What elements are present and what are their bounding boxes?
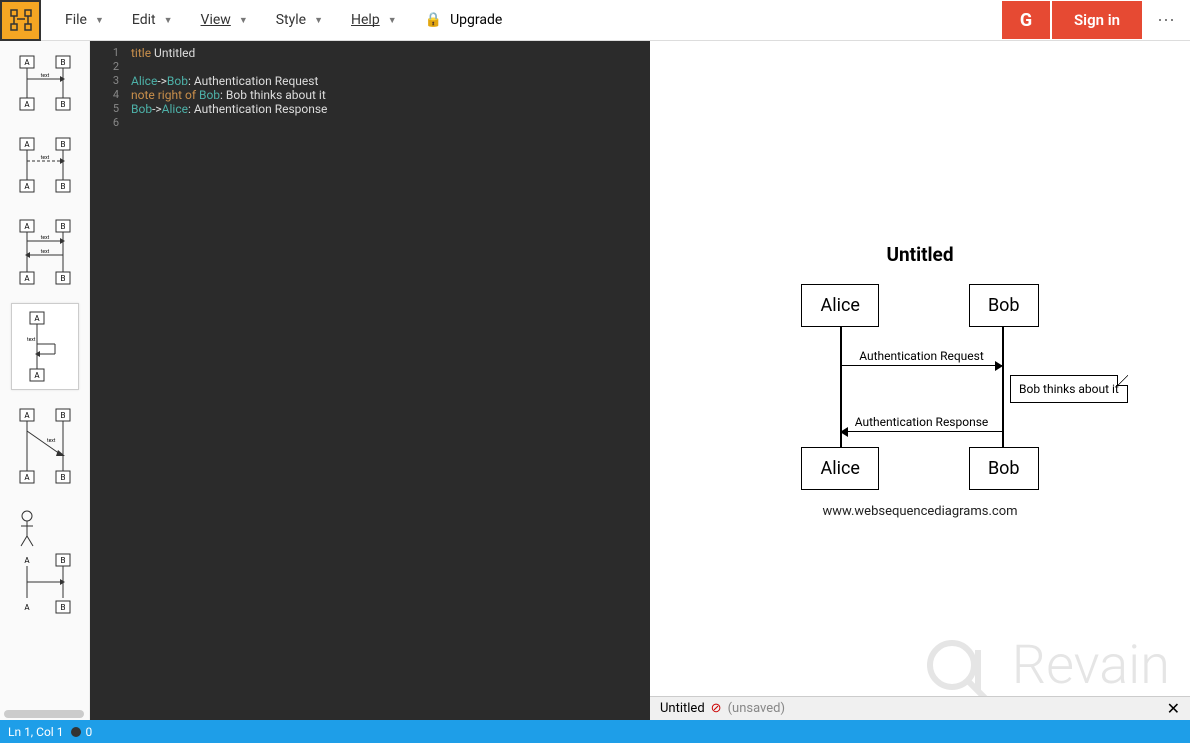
actor-box-alice-bottom: Alice <box>801 447 878 490</box>
svg-text:A: A <box>24 182 30 191</box>
palette-scrollbar[interactable] <box>4 710 84 718</box>
message-2: Authentication Response <box>841 415 1002 433</box>
app-logo[interactable] <box>0 0 41 41</box>
line-gutter: 123456 <box>90 41 125 720</box>
note-box: Bob thinks about it <box>1010 375 1128 403</box>
svg-text:A: A <box>24 58 30 67</box>
diagram-title: Untitled <box>710 243 1130 266</box>
snippet-signal[interactable]: A Btext A B <box>11 47 79 119</box>
svg-text:A: A <box>24 274 30 283</box>
status-bar: Ln 1, Col 1 0 <box>0 720 1190 743</box>
svg-text:B: B <box>60 58 65 67</box>
caret-down-icon: ▼ <box>314 15 323 26</box>
actor-box-alice-top: Alice <box>801 284 878 327</box>
svg-text:text: text <box>40 249 49 255</box>
snippet-return[interactable]: A Btext text A B <box>11 211 79 293</box>
watermark: Revain <box>924 630 1170 700</box>
message-1: Authentication Request <box>841 349 1002 367</box>
more-menu-icon[interactable]: ⋯ <box>1146 1 1186 39</box>
svg-text:text: text <box>47 438 56 444</box>
actor-box-bob-bottom: Bob <box>969 447 1039 490</box>
svg-text:B: B <box>60 473 65 482</box>
snippet-actor[interactable]: A B A B <box>11 502 79 624</box>
status-dot-icon <box>71 727 81 737</box>
svg-text:A: A <box>24 100 30 109</box>
snippet-dashed[interactable]: A Btext A B <box>11 129 79 201</box>
error-icon[interactable]: ⊘ <box>711 701 722 716</box>
snippet-palette: A Btext A B A Btext A B A Btext text A B Atext A A B… <box>0 41 90 720</box>
menu-style[interactable]: Style▼ <box>264 6 335 34</box>
svg-text:A: A <box>24 222 30 231</box>
diagram-preview: Untitled Alice Bob Authentication Reques… <box>650 41 1190 720</box>
svg-text:A: A <box>34 371 40 380</box>
svg-text:B: B <box>60 140 65 149</box>
actor-box-bob-top: Bob <box>969 284 1039 327</box>
svg-text:A: A <box>24 411 30 420</box>
menu-edit[interactable]: Edit▼ <box>120 6 185 34</box>
code-editor[interactable]: 123456 title Untitled Alice->Bob: Authen… <box>90 41 650 720</box>
svg-text:A: A <box>24 140 30 149</box>
svg-text:text: text <box>40 73 49 79</box>
diagram-credit: www.websequencediagrams.com <box>710 504 1130 519</box>
svg-text:B: B <box>60 100 65 109</box>
close-icon[interactable]: ✕ <box>1167 699 1180 718</box>
svg-text:text: text <box>40 155 49 161</box>
upgrade-button[interactable]: 🔒Upgrade <box>413 6 515 34</box>
signin-button[interactable]: Sign in <box>1052 1 1142 39</box>
svg-text:B: B <box>60 182 65 191</box>
svg-text:A: A <box>24 603 30 612</box>
file-name: Untitled <box>660 701 705 716</box>
google-signin-button[interactable]: G <box>1002 1 1050 39</box>
svg-text:text: text <box>40 235 49 241</box>
file-status-bar: Untitled ⊘ (unsaved) ✕ <box>650 696 1190 720</box>
menu-file[interactable]: File▼ <box>53 6 116 34</box>
svg-text:A: A <box>24 473 30 482</box>
top-menubar: File▼ Edit▼ View▼ Style▼ Help▼ 🔒Upgrade … <box>0 0 1190 41</box>
lock-icon: 🔒 <box>425 12 442 28</box>
svg-text:B: B <box>60 222 65 231</box>
caret-down-icon: ▼ <box>388 15 397 26</box>
svg-text:B: B <box>60 411 65 420</box>
svg-text:A: A <box>24 556 30 565</box>
snippet-self[interactable]: Atext A <box>11 303 79 390</box>
menu-help[interactable]: Help▼ <box>339 6 409 34</box>
code-content[interactable]: title Untitled Alice->Bob: Authenticatio… <box>125 41 650 720</box>
snippet-diagonal[interactable]: A Btext A B <box>11 400 79 492</box>
caret-down-icon: ▼ <box>95 15 104 26</box>
svg-text:B: B <box>60 603 65 612</box>
svg-text:B: B <box>60 274 65 283</box>
error-count[interactable]: 0 <box>85 725 92 739</box>
cursor-position[interactable]: Ln 1, Col 1 <box>8 725 63 739</box>
menu-view[interactable]: View▼ <box>189 6 260 34</box>
caret-down-icon: ▼ <box>239 15 248 26</box>
caret-down-icon: ▼ <box>164 15 173 26</box>
svg-text:text: text <box>27 337 36 343</box>
svg-text:A: A <box>34 314 40 323</box>
unsaved-label: (unsaved) <box>728 701 785 716</box>
svg-text:B: B <box>60 556 65 565</box>
lifeline-bob <box>1002 327 1004 447</box>
